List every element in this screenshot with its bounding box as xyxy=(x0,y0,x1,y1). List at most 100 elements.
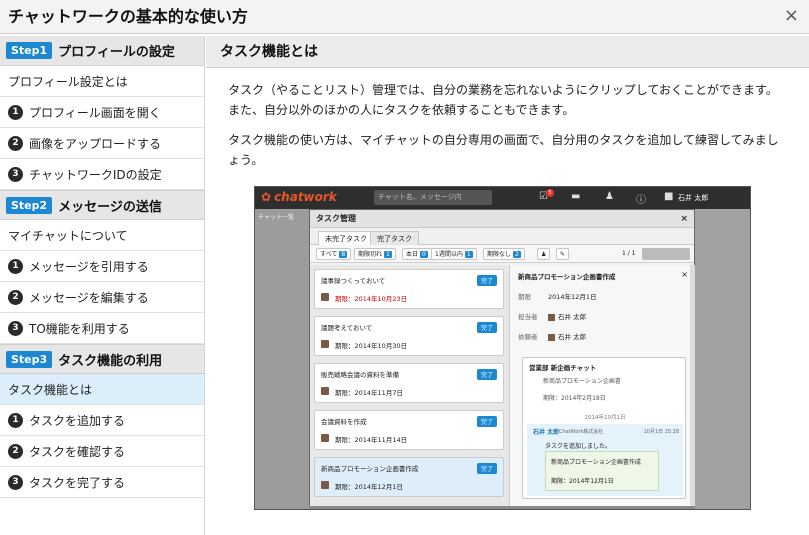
sidebar-item-label: タスク機能とは xyxy=(8,382,93,397)
chat-preview: 営業部 新企画チャット 新商品プロモーション企画書 期限：2014年2月18日 … xyxy=(522,357,686,499)
task-tabs: 未完了タスク 完了タスク xyxy=(310,228,694,245)
main-content: タスク機能とは タスク（やることリスト）管理では、自分の業務を忘れないようにクリ… xyxy=(206,36,809,535)
page-title: タスク機能とは xyxy=(206,36,809,68)
complete-button[interactable]: 完了 xyxy=(476,275,497,286)
sidebar-item-label: プロフィール画面を開く xyxy=(29,105,161,120)
message-org: ChatWork株式会社 xyxy=(559,429,604,435)
task-list: 議事録つくっておいて 完了 期限：2014年10月23日 議題考えておいて 完了… xyxy=(310,265,510,506)
sidebar-item-chatwork-id[interactable]: 3 チャットワークIDの設定 xyxy=(0,159,204,190)
sidebar: Step1 プロフィールの設定 プロフィール設定とは 1 プロフィール画面を開く … xyxy=(0,36,205,535)
task-block-title: 新商品プロモーション企画書作成 xyxy=(551,459,641,466)
scrollbar[interactable] xyxy=(690,265,695,506)
task-card[interactable]: 議題考えておいて 完了 期限：2014年10月30日 xyxy=(314,316,504,356)
search-input[interactable]: チャット名、メッセージ内 xyxy=(374,190,492,205)
date-separator: 2014年10月1日 xyxy=(584,415,626,421)
section-title: プロフィールの設定 xyxy=(58,45,175,60)
complete-button[interactable]: 完了 xyxy=(476,463,497,474)
step-badge: Step1 xyxy=(6,42,53,59)
folder-icon[interactable]: ▬ xyxy=(571,191,580,202)
task-title: 販売戦略会議の資料を準備 xyxy=(321,371,399,379)
step-number-icon: 1 xyxy=(8,258,23,274)
dialog-title: タスク管理 xyxy=(316,214,356,223)
step-number-icon: 3 xyxy=(8,474,23,490)
message-text: タスクを追加しました。 xyxy=(545,443,612,450)
task-block: 新商品プロモーション企画書作成 期限：2014年12月1日 xyxy=(545,451,659,491)
app-topbar: ✿ chatwork チャット名、メッセージ内 ☑ 5 ▬ ♟ ⓘ ■ 石井 太郎 xyxy=(255,187,750,209)
section-title: メッセージの送信 xyxy=(58,199,162,215)
step-number-icon: 2 xyxy=(8,289,23,305)
task-due: 期限：2014年11月14日 xyxy=(335,436,408,444)
step-number-icon: 2 xyxy=(8,443,23,459)
window-title: チャットワークの基本的な使い方 xyxy=(8,7,248,26)
task-due: 期限：2014年10月30日 xyxy=(335,342,408,350)
message-time: 10月1日 15:28 xyxy=(643,429,679,435)
title-bar: チャットワークの基本的な使い方 × xyxy=(0,0,809,34)
task-card[interactable]: 議事録つくっておいて 完了 期限：2014年10月23日 xyxy=(314,269,504,309)
complete-button[interactable]: 完了 xyxy=(476,322,497,333)
sidebar-item-upload-image[interactable]: 2 画像をアップロードする xyxy=(0,128,204,159)
step-number-icon: 2 xyxy=(8,135,23,151)
section-title: タスク機能の利用 xyxy=(58,353,163,369)
example-screenshot: ✿ chatwork チャット名、メッセージ内 ☑ 5 ▬ ♟ ⓘ ■ 石井 太郎… xyxy=(254,186,751,510)
filter-no-due[interactable]: 期限なし 2 xyxy=(483,248,525,260)
chatwork-logo: ✿ chatwork xyxy=(261,190,337,204)
task-card[interactable]: 会議資料を作成 完了 期限：2014年11月14日 xyxy=(314,410,504,450)
task-detail-panel: 新商品プロモーション企画書作成 × 期限 2014年12月1日 担当者 石井 太郎 … xyxy=(510,265,694,506)
sidebar-item-label: プロフィール設定とは xyxy=(8,74,128,89)
avatar xyxy=(548,333,555,341)
sidebar-item-check-task[interactable]: 2 タスクを確認する xyxy=(0,436,204,467)
sidebar-item-quote[interactable]: 1 メッセージを引用する xyxy=(0,251,204,282)
task-due: 期限：2014年11月7日 xyxy=(335,389,403,397)
sidebar-item-label: メッセージを引用する xyxy=(29,259,149,274)
close-icon[interactable]: × xyxy=(680,210,688,228)
user-name: 石井 太郎 xyxy=(678,194,709,202)
complete-button[interactable]: 完了 xyxy=(476,369,497,380)
task-management-dialog: タスク管理 × 未完了タスク 完了タスク すべて 8 期限切れ 1 本日 0 1週間以… xyxy=(309,209,695,506)
filter-overdue[interactable]: 期限切れ 1 xyxy=(354,248,396,260)
section-header-step2: Step2 メッセージの送信 xyxy=(0,190,204,220)
avatar xyxy=(321,387,329,395)
sidebar-item-profile-about[interactable]: プロフィール設定とは xyxy=(0,66,204,97)
sidebar-item-edit-message[interactable]: 2 メッセージを編集する xyxy=(0,282,204,313)
task-title: 議題考えておいて xyxy=(321,324,373,332)
add-contact-icon[interactable]: ♟ xyxy=(605,191,614,202)
message-author: 石井 太郎 xyxy=(533,429,560,436)
task-title: 会議資料を作成 xyxy=(321,418,367,426)
task-card-selected[interactable]: 新商品プロモーション企画書作成 完了 期限：2014年12月1日 xyxy=(314,457,504,497)
chat-list-background: チャット一覧 xyxy=(255,209,309,509)
info-icon[interactable]: ⓘ xyxy=(636,191,646,206)
sidebar-item-mychat[interactable]: マイチャットについて xyxy=(0,220,204,251)
sidebar-item-open-profile[interactable]: 1 プロフィール画面を開く xyxy=(0,97,204,128)
section-header-step3: Step3 タスク機能の利用 xyxy=(0,344,204,374)
sidebar-item-complete-task[interactable]: 3 タスクを完了する xyxy=(0,467,204,498)
sidebar-item-label: タスクを完了する xyxy=(29,475,126,490)
sidebar-item-task-about[interactable]: タスク機能とは xyxy=(0,374,204,405)
avatar xyxy=(321,340,329,348)
avatar[interactable]: ■ xyxy=(664,191,673,202)
tab-incomplete[interactable]: 未完了タスク xyxy=(318,231,374,245)
chat-list-label: チャット一覧 xyxy=(258,214,294,221)
close-icon[interactable]: × xyxy=(784,6,799,26)
complete-button[interactable]: 完了 xyxy=(476,416,497,427)
close-icon[interactable]: × xyxy=(681,270,688,279)
sidebar-item-to[interactable]: 3 TO機能を利用する xyxy=(0,313,204,344)
sidebar-item-label: TO機能を利用する xyxy=(29,321,130,336)
pager-buttons[interactable] xyxy=(642,248,690,260)
filter-week[interactable]: 1週間以内 1 xyxy=(431,248,477,260)
filter-today[interactable]: 本日 0 xyxy=(402,248,432,260)
sidebar-item-label: タスクを確認する xyxy=(29,444,126,459)
step-number-icon: 3 xyxy=(8,320,23,336)
chat-line: 新商品プロモーション企画書 xyxy=(543,378,621,385)
task-card[interactable]: 販売戦略会議の資料を準備 完了 期限：2014年11月7日 xyxy=(314,363,504,403)
task-title: 議事録つくっておいて xyxy=(321,277,386,285)
sidebar-item-label: チャットワークIDの設定 xyxy=(29,167,162,182)
task-due: 期限：2014年12月1日 xyxy=(335,483,403,491)
sidebar-item-label: 画像をアップロードする xyxy=(29,136,162,151)
user-filter-icon[interactable]: ♟ xyxy=(537,248,551,260)
detail-assignee-row: 担当者 石井 太郎 xyxy=(518,313,587,321)
edit-icon[interactable]: ✎ xyxy=(556,248,570,260)
task-due: 期限：2014年10月23日 xyxy=(335,295,408,303)
sidebar-item-add-task[interactable]: 1 タスクを追加する xyxy=(0,405,204,436)
tab-complete[interactable]: 完了タスク xyxy=(370,231,419,245)
filter-all[interactable]: すべて 8 xyxy=(316,248,352,260)
